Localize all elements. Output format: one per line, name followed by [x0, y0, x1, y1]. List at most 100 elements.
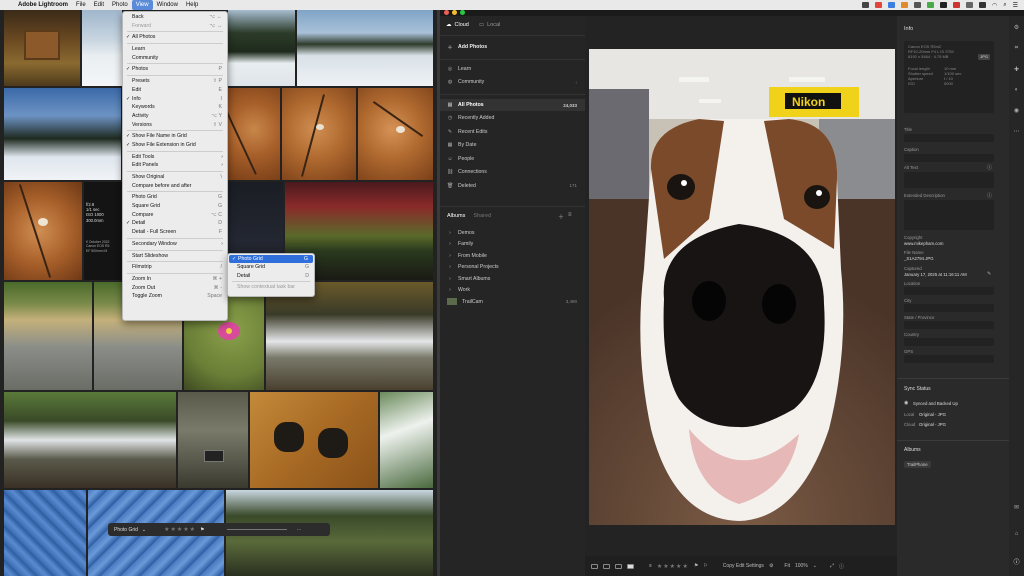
info-icon[interactable]: ⓘ — [987, 164, 992, 171]
location-field[interactable] — [904, 287, 994, 295]
photo-thumbnail[interactable] — [4, 182, 82, 280]
comment-icon[interactable]: ✉ — [1014, 504, 1019, 511]
city-field[interactable] — [904, 304, 994, 312]
menu-item-zoom-in[interactable]: Zoom In ⌘ + — [123, 275, 227, 284]
album-item-personal-projects[interactable]: › Personal Projects — [440, 262, 585, 273]
photo-thumbnail[interactable] — [282, 88, 356, 180]
photo-thumbnail[interactable] — [4, 490, 86, 576]
zoom-window-icon[interactable] — [460, 10, 465, 15]
sidebar-item-deleted[interactable]: 🗑 Deleted 171 — [440, 180, 585, 192]
menu-item-zoom-out[interactable]: Zoom Out ⌘ - — [123, 284, 227, 293]
chevron-down-icon[interactable]: ⌄ — [142, 527, 146, 533]
tray-app-icon[interactable] — [887, 2, 895, 8]
menu-edit[interactable]: Edit — [90, 0, 108, 10]
photo-thumbnail[interactable] — [82, 10, 122, 86]
rating-stars[interactable]: ★★★★★ — [164, 526, 196, 533]
menu-item-edit-panels[interactable]: Edit Panels › — [123, 161, 227, 170]
sort-icon[interactable]: ≡ — [568, 212, 572, 218]
info-icon[interactable]: ⓘ — [987, 192, 992, 199]
photo-thumbnail[interactable] — [4, 88, 121, 180]
tray-app-icon[interactable] — [874, 2, 882, 8]
menu-item-info[interactable]: ✓ Info I — [123, 95, 227, 104]
submenu-item-photo-grid[interactable]: ✓ Photo Grid G — [229, 255, 313, 264]
tab-albums[interactable]: Albums — [447, 213, 465, 219]
tab-cloud[interactable]: ☁ Cloud — [446, 22, 469, 28]
redeye-icon[interactable]: ◉ — [1014, 107, 1019, 114]
sidebar-item-learn[interactable]: ◎ Learn — [440, 63, 585, 75]
photo-thumbnail[interactable] — [266, 282, 433, 390]
tab-local[interactable]: ▭ Local — [479, 22, 500, 28]
tray-app-icon[interactable] — [965, 2, 973, 8]
ext-desc-field[interactable] — [904, 200, 994, 230]
menu-item-community[interactable]: Community — [123, 54, 227, 63]
more-icon[interactable]: ⋯ — [1014, 128, 1020, 135]
menu-item-back[interactable]: Back ⌥ ← — [123, 13, 227, 22]
menu-item-filmstrip[interactable]: Filmstrip / — [123, 263, 227, 272]
chevron-down-icon[interactable]: ⌄ — [813, 563, 817, 569]
zoom-level[interactable]: 100% — [795, 563, 808, 569]
photo-thumbnail[interactable] — [358, 88, 433, 180]
info-icon[interactable]: ⓘ — [839, 563, 844, 570]
country-field[interactable] — [904, 338, 994, 346]
menu-item-activity[interactable]: Activity ⌥ Y — [123, 112, 227, 121]
sidebar-item-recently-added[interactable]: ◷ Recently Added — [440, 112, 585, 124]
album-item-from-mobile[interactable]: › From Mobile — [440, 250, 585, 261]
sidebar-item-all-photos[interactable]: ▤ All Photos 24,033 — [440, 99, 585, 111]
menu-item-square-grid[interactable]: Square Grid G — [123, 202, 227, 211]
sidebar-item-by-date[interactable]: ▦ By Date — [440, 139, 585, 151]
menu-item-toggle-zoom[interactable]: Toggle Zoom Space — [123, 292, 227, 301]
sidebar-item-community[interactable]: ◍ Community ‹ — [440, 76, 585, 88]
fullscreen-icon[interactable]: ⤢ — [830, 563, 834, 569]
menu-window[interactable]: Window — [153, 0, 182, 10]
sidebar-item-people[interactable]: ☺ People — [440, 153, 585, 165]
alt-text-field[interactable] — [904, 172, 994, 188]
photo-thumbnail[interactable] — [380, 392, 433, 488]
filename-value[interactable]: _S1A2794.JPG — [904, 256, 934, 261]
add-album-icon[interactable]: ＋ — [558, 212, 564, 221]
tray-app-icon[interactable] — [900, 2, 908, 8]
photo-thumbnail[interactable] — [228, 88, 280, 180]
gps-field[interactable] — [904, 355, 994, 363]
detail-view-icon[interactable] — [627, 563, 634, 569]
masking-icon[interactable]: ◐ — [1015, 87, 1019, 93]
tray-app-icon[interactable] — [952, 2, 960, 8]
photo-thumbnail[interactable]: f/2.8 1/1 sec ISO 1000 300.0mm f/ Octobe… — [84, 182, 122, 280]
album-item-smart-albums[interactable]: › Smart Albums — [440, 273, 585, 284]
album-item-trailcam[interactable]: TrailCam 3,490 — [440, 296, 585, 307]
menu-file[interactable]: File — [72, 0, 90, 10]
menu-item-detail[interactable]: ✓ Detail D — [123, 219, 227, 228]
view-mode-dropdown[interactable]: Photo Grid — [114, 527, 138, 533]
photo-thumbnail[interactable] — [297, 10, 433, 86]
menu-item-compare-before-and-after[interactable]: Compare before and after — [123, 182, 227, 191]
reject-flag-icon[interactable]: ⚐ — [703, 563, 707, 569]
minimize-window-icon[interactable] — [452, 10, 457, 15]
photo-thumbnail[interactable] — [178, 392, 248, 488]
menu-item-photos[interactable]: ✓ Photos P — [123, 65, 227, 74]
caption-field[interactable] — [904, 154, 994, 162]
tray-app-icon[interactable] — [913, 2, 921, 8]
wifi-icon[interactable]: ◠ — [992, 2, 997, 9]
photo-thumbnail[interactable] — [228, 10, 295, 86]
photo-thumbnail[interactable] — [4, 392, 176, 488]
album-pill[interactable]: TrailPhone — [904, 461, 931, 468]
sidebar-item-connections[interactable]: ⛓ Connections — [440, 166, 585, 178]
search-icon[interactable]: ⌕ — [1003, 2, 1006, 9]
menu-help[interactable]: Help — [182, 0, 202, 10]
menu-item-detail-full-screen[interactable]: Detail - Full Screen F — [123, 228, 227, 237]
album-item-demos[interactable]: › Demos — [440, 227, 585, 238]
menu-item-edit[interactable]: Edit E — [123, 86, 227, 95]
tray-app-icon[interactable] — [978, 2, 986, 8]
flag-icon[interactable]: ⚑ — [200, 527, 204, 533]
menu-item-start-slideshow[interactable]: Start Slideshow — [123, 252, 227, 261]
menu-item-secondary-window[interactable]: Secondary Window › — [123, 240, 227, 249]
menu-photo[interactable]: Photo — [108, 0, 132, 10]
settings-icon[interactable]: ⚙ — [769, 563, 773, 569]
edit-icon[interactable]: ⚙ — [1014, 24, 1019, 31]
photo-thumbnail[interactable] — [4, 10, 80, 86]
menu-item-show-file-extension-in-grid[interactable]: ✓ Show File Extension in Grid — [123, 141, 227, 150]
info-icon[interactable]: ⓘ — [1013, 557, 1019, 566]
app-menu[interactable]: Adobe Lightroom — [14, 0, 72, 10]
crop-icon[interactable]: ⌗ — [1015, 45, 1018, 52]
compare-view-icon[interactable] — [615, 563, 622, 569]
title-field[interactable] — [904, 134, 994, 142]
